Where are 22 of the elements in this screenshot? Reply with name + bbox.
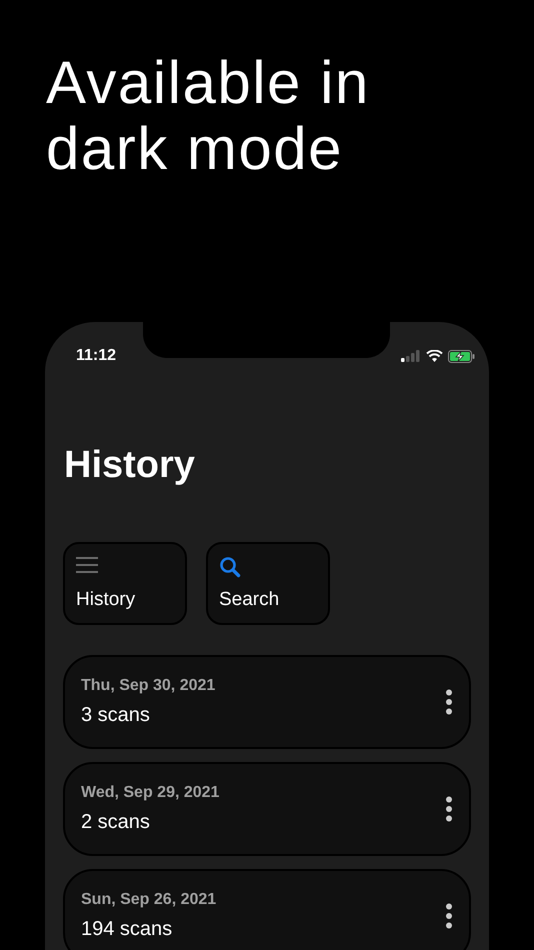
shortcut-tile[interactable]: Search (206, 542, 330, 625)
history-card[interactable]: Sun, Sep 26, 2021 194 scans (63, 869, 471, 950)
scan-count: 3 scans (81, 703, 151, 727)
history-date: Sun, Sep 26, 2021 (81, 891, 216, 909)
history-card[interactable]: Thu, Sep 30, 2021 3 scans (63, 655, 471, 749)
history-date: Thu, Sep 30, 2021 (81, 677, 216, 695)
status-time: 11:12 (76, 346, 116, 366)
page-title: History (64, 443, 196, 488)
more-options-icon[interactable] (445, 903, 453, 929)
search-icon (219, 556, 241, 578)
scan-count: 2 scans (81, 810, 151, 834)
menu-icon (76, 556, 98, 574)
history-card[interactable]: Wed, Sep 29, 2021 2 scans (63, 762, 471, 856)
headline: Available in dark mode (46, 50, 371, 182)
wifi-icon (426, 350, 443, 362)
history-date: Wed, Sep 29, 2021 (81, 784, 220, 802)
battery-charging-icon (448, 350, 475, 362)
signal-icon (401, 350, 421, 362)
scan-count: 194 scans (81, 917, 174, 941)
shortcut-tile[interactable]: History (63, 542, 187, 625)
more-options-icon[interactable] (445, 689, 453, 715)
more-options-icon[interactable] (445, 796, 453, 822)
